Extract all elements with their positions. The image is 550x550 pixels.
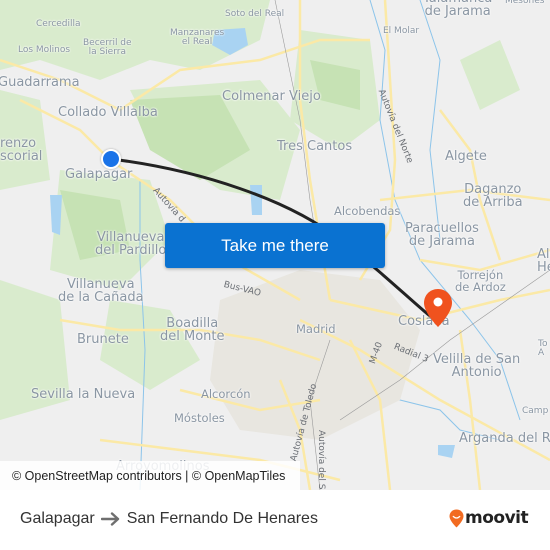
- place-label: Soto del Real: [225, 9, 285, 19]
- place-label: Alcobendas: [334, 204, 401, 218]
- place-label: Alcorcón: [201, 387, 251, 401]
- place-label: Villanueva del Pardillo: [95, 230, 167, 258]
- brand-name: moovit: [465, 508, 529, 528]
- place-label: Becerril de la Sierra: [83, 38, 132, 57]
- place-label: Los Molinos: [18, 45, 71, 55]
- place-label: Camp: [522, 406, 549, 416]
- place-label: Tres Cantos: [277, 139, 353, 154]
- place-label: AlcHe: [537, 247, 550, 275]
- urban-area: [210, 270, 420, 440]
- road-label: Autovía del S: [316, 430, 326, 490]
- place-label: Collado Villalba: [58, 105, 158, 120]
- destination-name: San Fernando De Henares: [126, 510, 318, 527]
- place-label: El Molar: [383, 26, 420, 36]
- map-attribution[interactable]: © OpenStreetMap contributors | © OpenMap…: [0, 461, 300, 490]
- take-me-there-button[interactable]: Take me there: [165, 223, 385, 268]
- place-label: Algete: [445, 149, 487, 164]
- moovit-pin-icon: [449, 509, 464, 527]
- place-label: Galapagar: [65, 167, 133, 182]
- origin-marker[interactable]: [101, 149, 121, 169]
- attribution-link[interactable]: © OpenStreetMap contributors | © OpenMap…: [12, 469, 285, 483]
- place-label: Talamancade Jarama: [423, 0, 492, 19]
- place-label: Móstoles: [174, 411, 225, 425]
- place-label: Cercedilla: [36, 19, 81, 29]
- place-label: renzo scorial: [0, 136, 43, 164]
- arrow-right-icon: [100, 512, 119, 526]
- moovit-logo[interactable]: moovit: [449, 508, 529, 528]
- place-label: Velilla de San Antonio: [433, 352, 521, 380]
- map[interactable]: Cercedilla Los Molinos Becerril de la Sie…: [0, 0, 550, 490]
- destination-pin-icon[interactable]: [423, 288, 453, 328]
- place-label: Guadarrama: [0, 75, 80, 90]
- place-label: Mesones: [505, 0, 545, 6]
- origin-name: Galapagar: [20, 510, 95, 527]
- place-label: Brunete: [77, 332, 129, 347]
- place-label: Daganzo de Arriba: [463, 182, 523, 210]
- place-label: To A: [538, 339, 548, 358]
- place-label: Torrejón de Ardoz: [455, 268, 506, 294]
- place-label: Boadilla del Monte: [160, 316, 225, 344]
- place-label: Madrid: [296, 322, 336, 336]
- place-label: Sevilla la Nueva: [31, 387, 136, 402]
- place-label: Villanueva de la Cañada: [58, 277, 144, 305]
- place-label: Colmenar Viejo: [222, 89, 321, 104]
- place-label: Paracuellos de Jarama: [405, 221, 479, 249]
- route-summary: Galapagar San Fernando De Henares: [20, 510, 318, 528]
- place-label: Manzanares el Real: [170, 28, 225, 47]
- place-label: Arganda del Re: [459, 431, 550, 446]
